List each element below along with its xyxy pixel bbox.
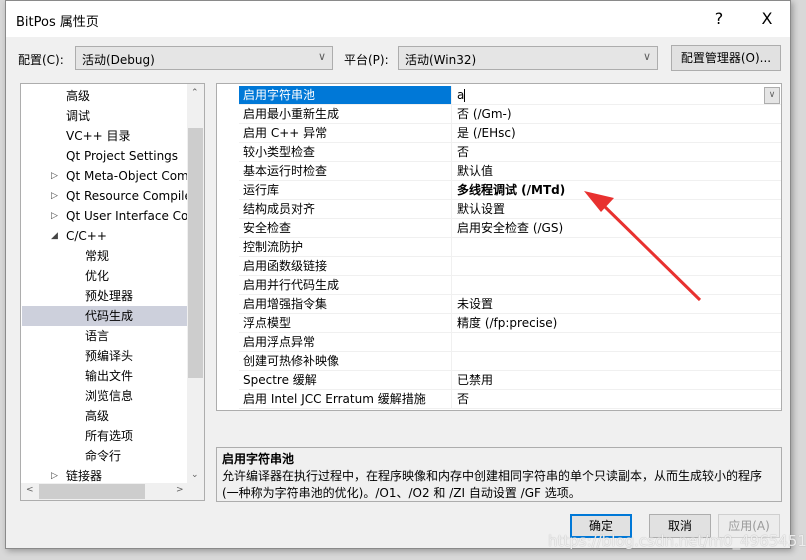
arrow-shaft (598, 200, 702, 302)
arrow-head (584, 191, 614, 212)
annotation-arrow (584, 191, 702, 302)
watermark: https://blog.csdn.net/m0_49654518 (548, 532, 806, 550)
